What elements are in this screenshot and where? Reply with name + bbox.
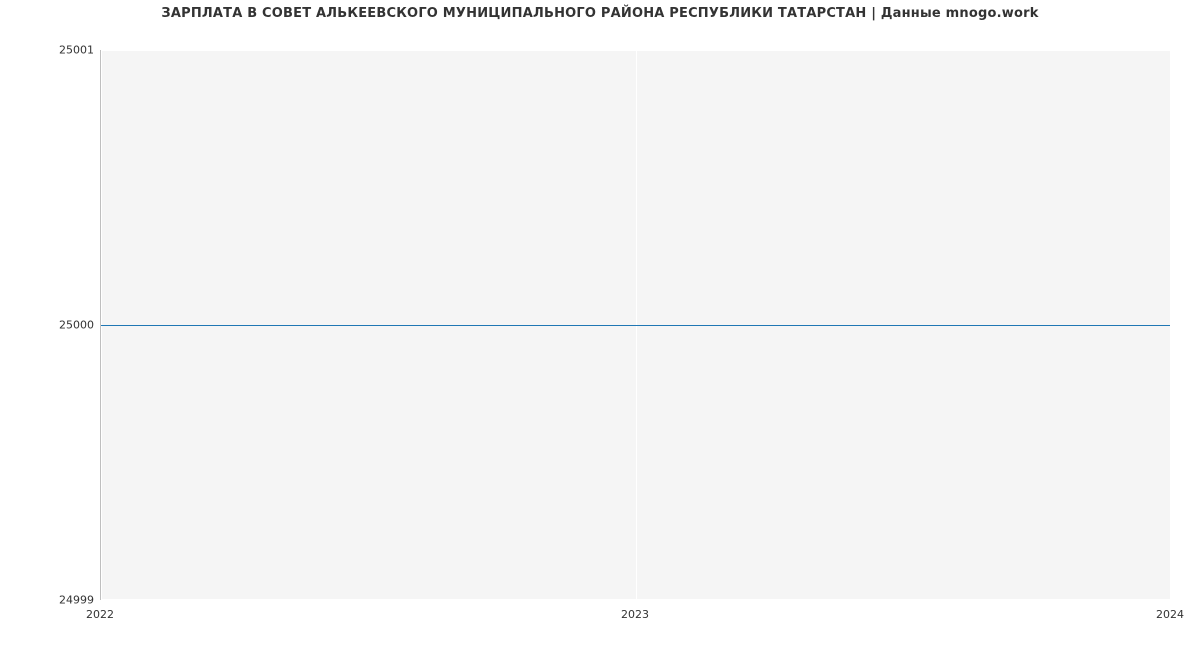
series-line-salary (101, 325, 1170, 326)
plot-area (100, 50, 1170, 600)
gridline-horizontal (101, 599, 1170, 600)
chart-title: ЗАРПЛАТА В СОВЕТ АЛЬКЕЕВСКОГО МУНИЦИПАЛЬ… (0, 6, 1200, 21)
gridline-vertical (1170, 50, 1171, 599)
gridline-horizontal (101, 50, 1170, 51)
x-tick-label: 2024 (1156, 608, 1184, 621)
y-tick-label: 25001 (4, 44, 94, 57)
x-tick-label: 2022 (86, 608, 114, 621)
chart-container: ЗАРПЛАТА В СОВЕТ АЛЬКЕЕВСКОГО МУНИЦИПАЛЬ… (0, 0, 1200, 650)
x-tick-label: 2023 (621, 608, 649, 621)
y-tick-label: 24999 (4, 594, 94, 607)
y-tick-label: 25000 (4, 319, 94, 332)
